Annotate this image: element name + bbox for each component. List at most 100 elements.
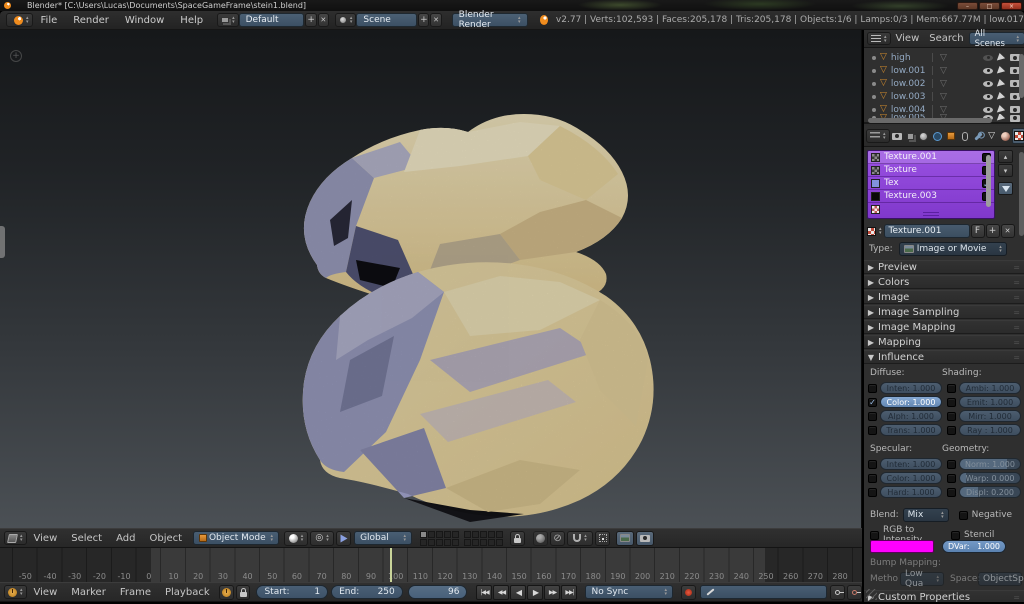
layer-3[interactable] [436, 531, 443, 538]
expand-dot-icon[interactable] [872, 108, 876, 112]
rock-meshes[interactable] [0, 30, 862, 528]
geometry-displace-checkbox[interactable] [947, 488, 956, 497]
selectable-cursor-icon[interactable] [997, 114, 1006, 122]
texture-slot-row[interactable]: Tex ✓ [868, 177, 994, 190]
object-name[interactable]: high [891, 53, 931, 63]
list-resize-grip[interactable] [923, 212, 939, 216]
visibility-eye-icon[interactable] [983, 81, 993, 87]
insert-keyframe-button[interactable] [830, 585, 845, 600]
layer-15[interactable] [452, 539, 459, 546]
object-name[interactable]: low.001 [891, 66, 931, 76]
outliner-vscrollbar[interactable] [1019, 54, 1024, 98]
visibility-eye-icon[interactable] [983, 107, 993, 113]
layer-5[interactable] [452, 531, 459, 538]
menu-view[interactable]: View [27, 533, 65, 544]
viewport-shading-selector[interactable]: ▴▾ [284, 531, 308, 546]
tab-data[interactable]: ▽ [985, 128, 998, 144]
editor-type-properties-button[interactable]: ▴▾ [866, 129, 890, 143]
menu-file[interactable]: File [33, 15, 66, 26]
negative-checkbox[interactable] [959, 511, 968, 520]
layer-6[interactable] [464, 531, 471, 538]
editor-type-info-button[interactable]: ▴▾ [6, 13, 33, 27]
selectable-cursor-icon[interactable] [997, 53, 1006, 63]
scene-selector[interactable]: Scene [356, 13, 417, 27]
expand-dot-icon[interactable] [872, 82, 876, 86]
panel-influence[interactable]: ▼Influence= [864, 350, 1024, 364]
jump-to-start-button[interactable]: |◀◀ [476, 585, 492, 600]
editor-type-outliner-button[interactable]: ▴▾ [867, 32, 891, 45]
outliner-row-low002[interactable]: ▽ low.002 | ▽ [864, 77, 1024, 90]
current-frame-field[interactable]: 96 [408, 585, 468, 599]
snap-sphere-button[interactable] [533, 531, 548, 546]
add-scene-button[interactable]: + [418, 13, 429, 27]
geometry-displace-slider[interactable]: Displ: 0.200 [959, 486, 1021, 498]
current-frame-indicator[interactable] [390, 548, 392, 582]
proportional-edit-toggle[interactable]: ⊘ [550, 531, 565, 546]
blend-mode-selector[interactable]: Mix ▴▾ [903, 508, 949, 522]
outliner-menu-search[interactable]: Search [924, 33, 968, 44]
diffuse-color-checkbox[interactable]: ✓ [868, 398, 877, 407]
layer-4[interactable] [444, 531, 451, 538]
fake-user-button[interactable]: F [971, 224, 985, 238]
opengl-render-image-button[interactable] [616, 531, 634, 546]
tab-object[interactable] [945, 128, 958, 144]
outliner-row-low003[interactable]: ▽ low.003 | ▽ [864, 90, 1024, 103]
expand-dot-icon[interactable] [872, 69, 876, 73]
geometry-warp-checkbox[interactable] [947, 474, 956, 483]
diffuse-intensity-checkbox[interactable] [868, 384, 877, 393]
selectable-cursor-icon[interactable] [997, 66, 1006, 76]
menu-render[interactable]: Render [65, 15, 117, 26]
delete-scene-button[interactable]: ✕ [430, 13, 441, 27]
menu-select[interactable]: Select [64, 533, 109, 544]
auto-keyframe-toggle[interactable] [681, 585, 696, 600]
expand-dot-icon[interactable] [872, 95, 876, 99]
specular-hardness-slider[interactable]: Hard: 1.000 [880, 486, 942, 498]
layer-14[interactable] [444, 539, 451, 546]
dvar-slider[interactable]: DVar:1.000 [942, 540, 1006, 553]
menu-tl-view[interactable]: View [27, 587, 65, 598]
snap-toggle[interactable]: ▴▾ [567, 531, 593, 546]
layer-20[interactable] [496, 539, 503, 546]
specular-color-slider[interactable]: Color: 1.000 [880, 472, 942, 484]
object-name[interactable]: low.002 [891, 79, 931, 89]
menu-tl-playback[interactable]: Playback [158, 587, 217, 598]
renderable-camera-icon[interactable] [1010, 106, 1020, 113]
texture-slot-row[interactable]: Texture.001 [868, 151, 994, 164]
diffuse-intensity-slider[interactable]: Inten: 1.000 [880, 382, 942, 394]
object-name[interactable]: low.004 [891, 105, 931, 115]
layer-19[interactable] [488, 539, 495, 546]
visibility-eye-icon[interactable] [983, 55, 993, 61]
menu-add[interactable]: Add [109, 533, 142, 544]
layer-2[interactable] [428, 531, 435, 538]
tab-render-layers[interactable] [904, 128, 917, 144]
tab-render[interactable] [891, 128, 904, 144]
manipulator-toggle[interactable] [336, 531, 351, 546]
tab-texture[interactable] [1012, 128, 1024, 144]
pivot-point-selector[interactable]: ◎ ▴▾ [310, 531, 334, 546]
opengl-render-anim-button[interactable] [636, 531, 654, 546]
unlink-texture-button[interactable]: ✕ [1001, 224, 1015, 238]
layer-9[interactable] [488, 531, 495, 538]
diffuse-alpha-checkbox[interactable] [868, 412, 877, 421]
panel-preview[interactable]: ▶Preview= [864, 260, 1024, 274]
layer-17[interactable] [472, 539, 479, 546]
diffuse-translucency-checkbox[interactable] [868, 426, 877, 435]
texture-slot-row[interactable]: Texture [868, 164, 994, 177]
diffuse-color-slider[interactable]: Color: 1.000 [880, 396, 942, 408]
slot-move-up-button[interactable]: ▴ [998, 150, 1013, 163]
editor-resize-grip[interactable] [866, 589, 877, 600]
minimize-button[interactable]: – [957, 2, 978, 10]
preview-range-toggle[interactable] [219, 585, 234, 600]
render-engine-selector[interactable]: Blender Render ▴▾ [452, 13, 528, 27]
panel-image-sampling[interactable]: ▶Image Sampling= [864, 305, 1024, 319]
next-keyframe-button[interactable]: ▶▶ [544, 585, 560, 600]
delete-keyframe-button[interactable] [847, 585, 862, 600]
slot-filter-button[interactable] [998, 182, 1013, 195]
snap-target-selector[interactable] [595, 531, 610, 546]
panel-image[interactable]: ▶Image= [864, 290, 1024, 304]
editor-type-3dview-button[interactable]: ▴▾ [4, 531, 27, 545]
specular-intensity-checkbox[interactable] [868, 460, 877, 469]
timeline-editor[interactable]: -50-40-30-20-100102030405060708090100110… [0, 548, 862, 582]
texture-color-swatch[interactable] [870, 540, 934, 553]
texture-type-selector[interactable]: Image or Movie ▴▾ [899, 242, 1007, 256]
